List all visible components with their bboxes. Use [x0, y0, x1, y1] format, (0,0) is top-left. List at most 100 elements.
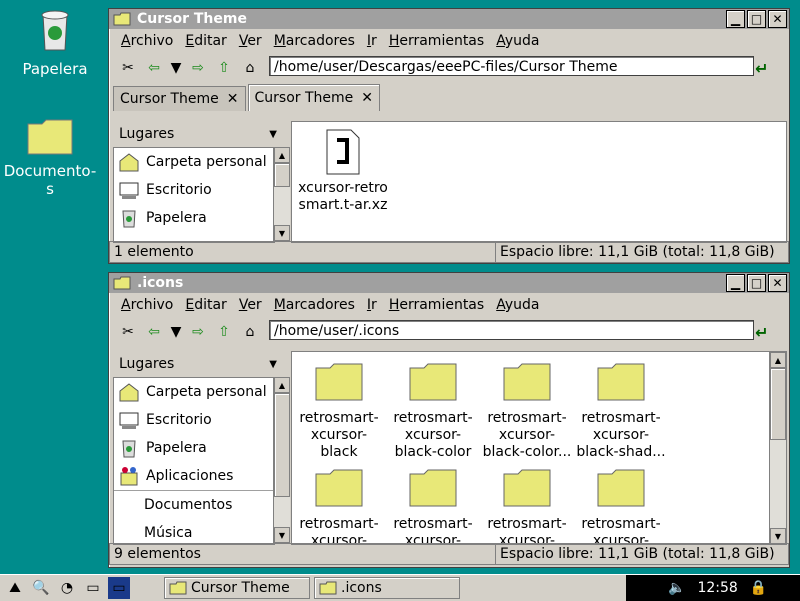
folder-item[interactable]: retrosmart- xcursor- [576, 468, 666, 544]
go-icon[interactable]: ↵ [755, 59, 775, 78]
minimize-button[interactable]: ▁ [726, 274, 745, 292]
scroll-thumb[interactable] [274, 393, 290, 497]
file-search-icon[interactable]: 🔍 [30, 577, 52, 599]
places-list: Carpeta personal Escritorio Papelera [113, 147, 275, 243]
folder-item[interactable]: retrosmart- xcursor- [294, 468, 384, 544]
home-icon[interactable]: ⌂ [239, 57, 261, 79]
scroll-down-icon[interactable]: ▼ [770, 528, 786, 544]
menu-ver[interactable]: Ver [239, 33, 262, 49]
tools-icon[interactable]: ✂ [117, 321, 139, 343]
file-item[interactable]: xcursor-retrosmart.t-ar.xz [298, 128, 388, 214]
folder-item[interactable]: retrosmart- xcursor- black-color [388, 362, 478, 461]
show-desktop-icon[interactable]: ▭ [82, 577, 104, 599]
sidebar-item-label: Escritorio [146, 182, 212, 198]
window-titlebar[interactable]: Cursor Theme ▁ □ ✕ [109, 9, 789, 29]
scroll-thumb[interactable] [274, 163, 290, 187]
trash-icon [41, 10, 69, 51]
sidebar-item-home[interactable]: Carpeta personal [114, 378, 274, 406]
forward-icon[interactable]: ⇨ [187, 321, 209, 343]
back-icon[interactable]: ⇦ [143, 321, 165, 343]
home-icon[interactable]: ⌂ [239, 321, 261, 343]
close-tab-icon[interactable]: ✕ [227, 91, 239, 107]
lock-icon[interactable]: 🔒 [750, 580, 767, 596]
content-scrollbar[interactable]: ▲ ▼ [769, 352, 786, 544]
sidebar-item-documents[interactable]: Documentos [114, 491, 274, 519]
menu-archivo[interactable]: Archivo [121, 297, 173, 313]
volume-icon[interactable]: 🔈 [668, 580, 685, 596]
location-bar[interactable]: /home/user/Descargas/eeePC-files/Cursor … [269, 56, 754, 76]
taskbar-item-cursor-theme[interactable]: Cursor Theme [164, 577, 310, 599]
sidebar-scrollbar[interactable]: ▲ ▼ [273, 147, 290, 241]
history-dropdown-icon[interactable]: ▼ [169, 321, 183, 343]
folder-item[interactable]: retrosmart- xcursor- black [294, 362, 384, 461]
history-dropdown-icon[interactable]: ▼ [169, 57, 183, 79]
sidebar-item-home[interactable]: Carpeta personal [114, 148, 274, 176]
sidebar-item-desktop[interactable]: Escritorio [114, 406, 274, 434]
menu-ir[interactable]: Ir [367, 297, 377, 313]
maximize-button[interactable]: □ [747, 274, 766, 292]
menu-ayuda[interactable]: Ayuda [496, 33, 539, 49]
start-menu-icon[interactable]: ⛰ [4, 577, 26, 599]
location-bar[interactable]: /home/user/.icons [269, 320, 754, 340]
close-button[interactable]: ✕ [768, 274, 787, 292]
menu-ir[interactable]: Ir [367, 33, 377, 49]
sidebar-item-trash[interactable]: Papelera [114, 434, 274, 462]
up-icon[interactable]: ⇧ [213, 57, 235, 79]
file-view[interactable]: xcursor-retrosmart.t-ar.xz [291, 121, 787, 243]
close-button[interactable]: ✕ [768, 10, 787, 28]
window-titlebar[interactable]: .icons ▁ □ ✕ [109, 273, 789, 293]
scroll-up-icon[interactable]: ▲ [274, 377, 290, 393]
folder-item[interactable]: retrosmart- xcursor- [388, 468, 478, 544]
menu-ayuda[interactable]: Ayuda [496, 297, 539, 313]
maximize-button[interactable]: □ [747, 10, 766, 28]
go-icon[interactable]: ↵ [755, 323, 775, 342]
folder-item[interactable]: retrosmart- xcursor- black-shad... [576, 362, 666, 461]
sidebar-scrollbar[interactable]: ▲ ▼ [273, 377, 290, 543]
tab-cursor-theme-1[interactable]: Cursor Theme ✕ [113, 86, 246, 111]
sidebar-header-label: Lugares [119, 126, 175, 142]
menu-herramientas[interactable]: Herramientas [389, 297, 484, 313]
menu-ver[interactable]: Ver [239, 297, 262, 313]
menu-marcadores[interactable]: Marcadores [274, 297, 355, 313]
desktop-trash[interactable]: Papelera [10, 8, 100, 78]
sidebar-header[interactable]: Lugares ▼ [113, 121, 289, 147]
archive-file-icon [326, 129, 360, 175]
sidebar-item-desktop[interactable]: Escritorio [114, 176, 274, 204]
workspace-icon[interactable]: ▭ [108, 577, 130, 599]
status-count: 1 elemento [109, 241, 495, 263]
menu-editar[interactable]: Editar [185, 297, 226, 313]
desktop-documents[interactable]: Documento-s [0, 116, 100, 198]
browser-icon[interactable]: ◔ [56, 577, 78, 599]
folder-item[interactable]: retrosmart- xcursor- black-color... [482, 362, 572, 461]
sidebar-item-music[interactable]: Música [114, 519, 274, 544]
sidebar-item-trash[interactable]: Papelera [114, 204, 274, 232]
menu-marcadores[interactable]: Marcadores [274, 33, 355, 49]
sidebar-header[interactable]: Lugares ▼ [113, 351, 289, 377]
scroll-down-icon[interactable]: ▼ [274, 225, 290, 241]
sidebar-item-label: Aplicaciones [146, 468, 234, 484]
folder-item[interactable]: retrosmart- xcursor- [482, 468, 572, 544]
folder-label-line1: retrosmart- [299, 410, 379, 426]
scroll-up-icon[interactable]: ▲ [770, 352, 786, 368]
scroll-thumb[interactable] [770, 368, 786, 440]
taskbar-item-icons[interactable]: .icons [314, 577, 460, 599]
menu-archivo[interactable]: Archivo [121, 33, 173, 49]
desktop-documents-label: Documento-s [3, 162, 97, 198]
back-icon[interactable]: ⇦ [143, 57, 165, 79]
sidebar-item-applications[interactable]: Aplicaciones [114, 462, 274, 491]
minimize-button[interactable]: ▁ [726, 10, 745, 28]
tab-cursor-theme-2[interactable]: Cursor Theme ✕ [247, 84, 380, 111]
file-manager-window-icons[interactable]: .icons ▁ □ ✕ Archivo Editar Ver Marcador… [108, 272, 790, 568]
menu-editar[interactable]: Editar [185, 33, 226, 49]
scroll-up-icon[interactable]: ▲ [274, 147, 290, 163]
desktop-trash-label: Papelera [22, 60, 88, 78]
menu-herramientas[interactable]: Herramientas [389, 33, 484, 49]
clock[interactable]: 12:58 [697, 580, 737, 596]
scroll-down-icon[interactable]: ▼ [274, 527, 290, 543]
tools-icon[interactable]: ✂ [117, 57, 139, 79]
forward-icon[interactable]: ⇨ [187, 57, 209, 79]
up-icon[interactable]: ⇧ [213, 321, 235, 343]
close-tab-icon[interactable]: ✕ [361, 90, 373, 106]
file-manager-window-cursor-theme[interactable]: Cursor Theme ▁ □ ✕ Archivo Editar Ver Ma… [108, 8, 790, 264]
file-view[interactable]: retrosmart- xcursor- black retrosmart- x… [291, 351, 787, 545]
